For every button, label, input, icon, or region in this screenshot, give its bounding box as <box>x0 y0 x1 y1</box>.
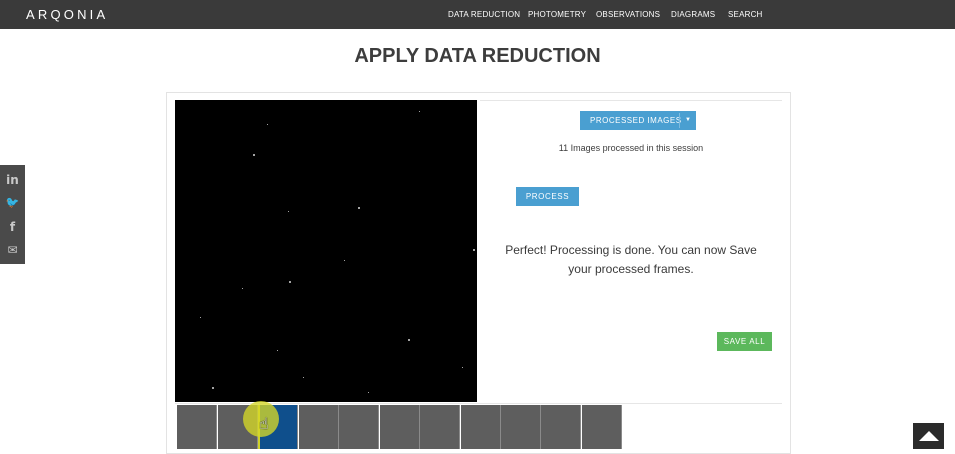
arrow-up-icon <box>919 431 939 441</box>
twitter-icon[interactable]: 🐦 <box>0 191 25 215</box>
dropdown-divider <box>679 113 680 128</box>
divider-top <box>480 100 782 101</box>
thumbnail-frame[interactable] <box>299 405 339 449</box>
processing-status-message: Perfect! Processing is done. You can now… <box>505 243 757 276</box>
thumbnail-frame[interactable] <box>501 405 541 449</box>
nav-observations[interactable]: OBSERVATIONS <box>596 10 660 20</box>
page-title: APPLY DATA REDUCTION <box>354 45 601 67</box>
top-navbar: ARQONIA DATA REDUCTION PHOTOMETRY OBSERV… <box>0 0 955 29</box>
nav-diagrams[interactable]: DIAGRAMS <box>671 10 715 20</box>
thumbnail-frame[interactable] <box>420 405 460 449</box>
images-processed-count: 11 Images processed in this session <box>558 143 704 153</box>
nav-photometry[interactable]: PHOTOMETRY <box>528 10 586 20</box>
fits-image-preview <box>175 100 477 402</box>
hand-cursor-icon: ☝ <box>259 414 269 433</box>
brand-logo[interactable]: ARQONIA <box>26 7 108 22</box>
caret-down-icon: ▼ <box>685 117 691 123</box>
thumbnail-frame[interactable] <box>541 405 581 449</box>
linkedin-icon[interactable]: in <box>0 168 25 192</box>
thumbnail-frame[interactable] <box>461 405 501 449</box>
processed-images-dropdown[interactable]: PROCESSED IMAGES ▼ <box>580 111 696 130</box>
save-all-button[interactable]: SAVE ALL <box>717 332 772 351</box>
thumbnail-frame[interactable] <box>177 405 217 449</box>
process-button[interactable]: PROCESS <box>516 187 579 206</box>
thumbnail-frame[interactable] <box>339 405 379 449</box>
processed-images-label: PROCESSED IMAGES <box>590 116 682 125</box>
nav-data-reduction[interactable]: DATA REDUCTION <box>448 10 520 20</box>
thumbnail-frame[interactable] <box>380 405 420 449</box>
back-to-top-button[interactable] <box>913 423 944 449</box>
nav-search[interactable]: SEARCH <box>728 10 763 20</box>
facebook-icon[interactable]: f <box>0 215 25 239</box>
email-icon[interactable]: ✉ <box>0 238 25 262</box>
social-share-bar: in 🐦 f ✉ <box>0 165 25 264</box>
thumbnail-frame[interactable] <box>582 405 622 449</box>
